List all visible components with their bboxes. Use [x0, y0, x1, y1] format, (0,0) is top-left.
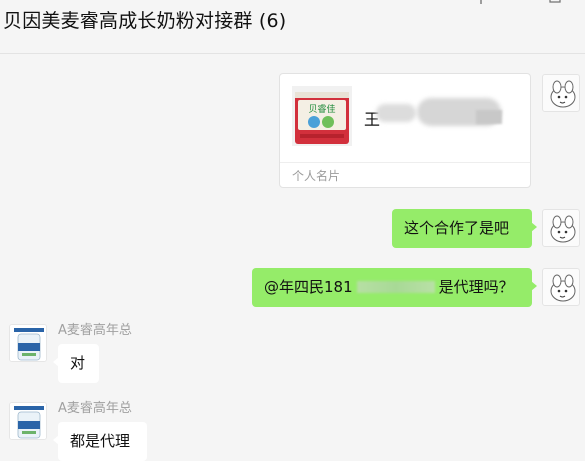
redacted-number	[356, 281, 435, 293]
message-bubble-other[interactable]: 对	[53, 344, 99, 383]
message-text: 都是代理	[70, 432, 131, 450]
chat-title: 贝因美麦睿高成长奶粉对接群 (6)	[3, 10, 287, 32]
cartoon-avatar-icon	[550, 215, 576, 243]
sender-name: A麦睿高年总	[58, 323, 132, 338]
sender-name: A麦睿高年总	[58, 401, 132, 416]
product-thumbnail: 贝睿佳	[292, 86, 352, 146]
redacted-name-part	[476, 110, 502, 124]
product-avatar-icon	[10, 403, 46, 439]
mention-text: @年四民181	[264, 278, 353, 296]
add-member-icon[interactable]	[474, 0, 488, 6]
sender-avatar[interactable]	[9, 402, 47, 440]
message-text: 是代理吗？	[438, 278, 514, 296]
message-bubble-self[interactable]: 这个合作了是吧	[392, 209, 537, 248]
product-avatar-icon	[10, 325, 46, 361]
cartoon-avatar-icon	[550, 80, 576, 108]
sender-avatar[interactable]	[9, 324, 47, 362]
message-text: 对	[70, 354, 86, 372]
contact-card-message[interactable]: 贝睿佳 王 个人名片	[279, 73, 531, 188]
message-bubble-self[interactable]: @年四民181 是代理吗？	[252, 268, 537, 307]
message-text: 这个合作了是吧	[404, 219, 510, 237]
self-avatar[interactable]	[542, 209, 580, 247]
cartoon-avatar-icon	[550, 274, 576, 302]
message-bubble-other[interactable]: 都是代理	[53, 422, 147, 461]
redacted-name-part	[376, 104, 416, 122]
product-label: 贝睿佳	[308, 103, 335, 115]
self-avatar[interactable]	[542, 74, 580, 112]
card-divider	[280, 162, 530, 163]
self-avatar[interactable]	[542, 268, 580, 306]
contact-card-label: 个人名片	[292, 169, 341, 183]
more-icon[interactable]	[548, 0, 562, 6]
chat-header: 贝因美麦睿高成长奶粉对接群 (6)	[0, 0, 585, 54]
